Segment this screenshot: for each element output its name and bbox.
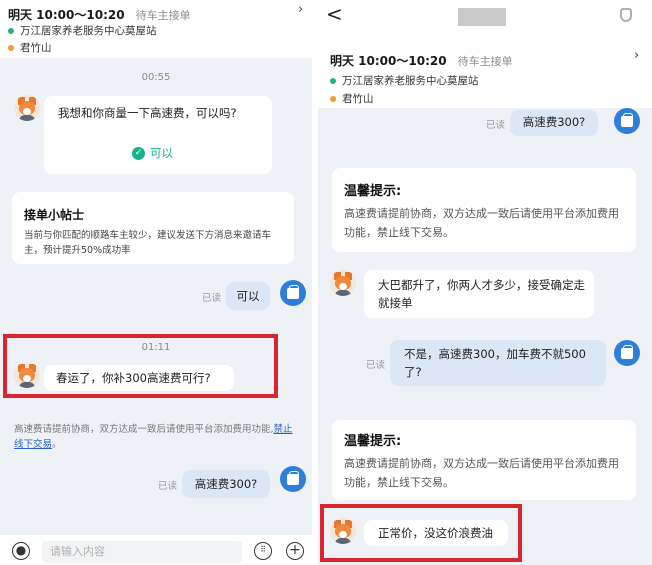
reminder-card: 温馨提示: 高速费请提前协商，双方达成一致后请使用平台添加费用功能，禁止线下交易… — [332, 420, 636, 500]
screenshot-root: 明天 10:00～10:20 待车主接单 › 万江居家养老服务中心莫屋站 君竹山… — [0, 0, 652, 565]
back-arrow-icon[interactable]: < — [326, 2, 343, 26]
outgoing-message: 高速费300? — [182, 470, 270, 498]
reminder-text: 高速费请提前协商，双方达成一致后请使用平台添加费用功能，禁止线下交易。 — [344, 457, 619, 489]
incoming-message: 大巴都升了，你两人才多少，接受确定走就接单 — [364, 270, 594, 318]
reminder-text: 高速费请提前协商，双方达成一致后请使用平台添加费用功能，禁止线下交易。 — [344, 207, 619, 239]
trip-time-row: 明天 10:00～10:20 待车主接单 — [330, 50, 513, 69]
route-from-label: 万江居家养老服务中心莫屋站 — [342, 75, 479, 87]
header-and-trip-card: < 明天 10:00～10:20 待车主接单 › 万江居家养老服务中心莫屋站 君… — [318, 0, 652, 108]
incoming-message: 正常价，没这价浪费油 — [364, 520, 508, 546]
timestamp: 00:55 — [141, 72, 171, 83]
chevron-right-icon[interactable]: › — [634, 48, 639, 63]
trip-time-row: 明天 10:00～10:20 待车主接单 — [8, 4, 191, 23]
trip-info-card[interactable]: 明天 10:00～10:20 待车主接单 › 万江居家养老服务中心莫屋站 君竹山 — [0, 0, 312, 58]
trip-status: 待车主接单 — [135, 9, 191, 22]
tip-card: 接单小帖士 当前与你匹配的顺路车主较少，建议发送下方消息来邀请车主，预计提升50… — [12, 192, 294, 264]
incoming-message: 春运了，你补300高速费可行? — [44, 365, 234, 391]
read-status: 已读 — [202, 293, 222, 304]
chevron-right-icon[interactable]: › — [298, 2, 303, 17]
fox-avatar-icon[interactable] — [14, 95, 40, 121]
message-text: 不是，高速费300，加车费不就500了? — [404, 347, 586, 379]
to-dot-icon — [330, 95, 336, 102]
plus-icon[interactable]: + — [286, 542, 304, 560]
driver-avatar-icon[interactable] — [280, 280, 306, 306]
message-input[interactable]: 请输入内容 — [42, 541, 242, 563]
from-dot-icon — [330, 77, 336, 84]
notice-text: 高速费请提前协商，双方达成一致后请使用平台添加费用功能,禁止线下交易。 — [14, 422, 300, 452]
message-card-highway-fee: 我想和你商量一下高速费，可以吗? ✓ 可以 — [44, 96, 272, 174]
outgoing-message: 高速费300? — [510, 110, 598, 136]
outgoing-message: 不是，高速费300，加车费不就500了? — [390, 340, 606, 386]
agree-label: 可以 — [150, 146, 173, 160]
agree-button[interactable]: ✓ 可以 — [132, 144, 173, 162]
chat-panel-left: 明天 10:00～10:20 待车主接单 › 万江居家养老服务中心莫屋站 君竹山… — [0, 0, 312, 565]
check-icon: ✓ — [132, 146, 145, 160]
route-from: 万江居家养老服务中心莫屋站 — [330, 73, 479, 88]
reminder-title: 温馨提示: — [344, 434, 402, 449]
message-text: 正常价，没这价浪费油 — [378, 526, 493, 540]
route-from: 万江居家养老服务中心莫屋站 — [8, 23, 157, 38]
tip-text: 当前与你匹配的顺路车主较少，建议发送下方消息来邀请车主，预计提升50%成功率 — [24, 230, 272, 256]
from-dot-icon — [8, 27, 14, 34]
notice-body: 高速费请提前协商，双方达成一致后请使用平台添加费用功能, — [14, 424, 274, 435]
tip-title: 接单小帖士 — [24, 208, 85, 222]
fox-avatar-icon[interactable] — [14, 362, 40, 388]
route-to-label: 君竹山 — [342, 93, 374, 105]
fox-avatar-icon[interactable] — [330, 270, 356, 296]
route-to: 君竹山 — [330, 91, 374, 106]
route-to: 君竹山 — [8, 40, 52, 55]
message-text: 春运了，你补300高速费可行? — [56, 371, 211, 385]
notice-end: 。 — [52, 439, 62, 450]
read-status: 已读 — [158, 481, 178, 492]
reminder-card: 温馨提示: 高速费请提前协商，双方达成一致后请使用平台添加费用功能，禁止线下交易… — [332, 168, 636, 252]
input-bar: ● 请输入内容 ⠿ + — [0, 535, 312, 565]
keyboard-icon[interactable]: ⠿ — [254, 542, 272, 560]
read-status: 已读 — [366, 360, 386, 371]
route-to-label: 君竹山 — [20, 42, 52, 54]
route-from-label: 万江居家养老服务中心莫屋站 — [20, 25, 157, 37]
message-text: 我想和你商量一下高速费，可以吗? — [58, 106, 237, 120]
chat-panel-right: < 明天 10:00～10:20 待车主接单 › 万江居家养老服务中心莫屋站 君… — [318, 0, 652, 565]
timestamp: 01:11 — [141, 342, 171, 353]
fox-avatar-icon[interactable] — [330, 518, 356, 544]
mic-icon[interactable]: ● — [12, 542, 30, 560]
blurred-contact-name — [458, 8, 506, 26]
trip-time: 明天 10:00～10:20 — [330, 54, 447, 68]
reminder-title: 温馨提示: — [344, 184, 402, 199]
trip-status: 待车主接单 — [457, 55, 513, 68]
driver-avatar-icon[interactable] — [614, 108, 640, 134]
trip-time: 明天 10:00～10:20 — [8, 8, 125, 22]
to-dot-icon — [8, 44, 14, 51]
outgoing-message: 可以 — [226, 282, 270, 310]
message-text: 大巴都升了，你两人才多少，接受确定走就接单 — [378, 278, 585, 310]
read-status: 已读 — [486, 120, 506, 131]
phone-icon[interactable] — [620, 8, 632, 22]
driver-avatar-icon[interactable] — [280, 466, 306, 492]
driver-avatar-icon[interactable] — [614, 340, 640, 366]
